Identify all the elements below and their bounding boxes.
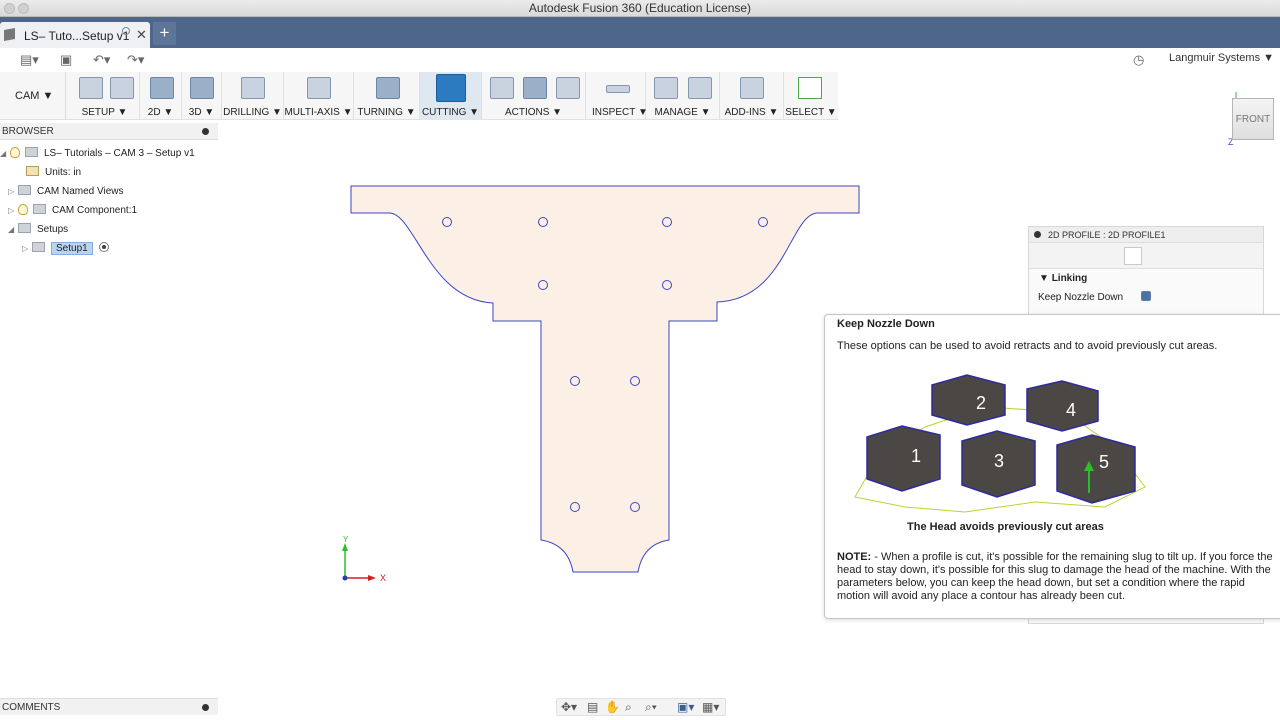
tooltip-note-label: NOTE: (837, 551, 872, 563)
keep-nozzle-down-checkbox[interactable] (1141, 291, 1151, 301)
comments-header[interactable]: COMMENTS (0, 698, 218, 715)
linking-tab-icon[interactable] (1124, 247, 1142, 265)
hex-slug-1: 1 (866, 425, 941, 492)
y-axis-label: Y (343, 535, 349, 544)
zoom-window-icon[interactable]: ⌕▾ (645, 700, 657, 715)
tooltip-description: These options can be used to avoid retra… (837, 340, 1218, 352)
navigation-bar: ✥▾ ▤ ✋ ⌕ ⌕▾ ▣▾ ▦▾ (556, 698, 726, 716)
svg-text:1: 1 (911, 446, 921, 466)
linking-section-label: Linking (1051, 273, 1088, 284)
part-profile (350, 185, 860, 573)
passes-tab-icon[interactable] (1101, 247, 1119, 265)
hex-slug-2: 2 (931, 374, 1006, 426)
geometry-tab-icon[interactable] (1056, 247, 1074, 265)
x-axis-label: X (380, 573, 386, 583)
axis-triad: Y X (342, 535, 386, 583)
comments-title: COMMENTS (2, 702, 61, 713)
svg-text:2: 2 (976, 393, 986, 413)
hex-slug-5: 5 (1056, 434, 1136, 504)
zoom-icon[interactable]: ⌕ (625, 700, 632, 715)
tooltip-illustration: 2 4 1 3 5 (854, 374, 1146, 513)
hex-slug-3: 3 (961, 430, 1036, 498)
dialog-header[interactable]: 2D PROFILE : 2D PROFILE1 (1029, 227, 1263, 243)
tooltip-note: NOTE: - When a profile is cut, it's poss… (837, 551, 1275, 603)
view-cube-face: FRONT (1235, 114, 1271, 125)
view-cube[interactable]: FRONT (1232, 98, 1274, 140)
pin-icon[interactable] (202, 704, 209, 711)
svg-text:4: 4 (1066, 400, 1076, 420)
keep-nozzle-down-label: Keep Nozzle Down (1038, 292, 1124, 303)
svg-text:5: 5 (1099, 452, 1109, 472)
display-settings-icon[interactable]: ▣▾ (677, 700, 694, 714)
tooltip-caption: The Head avoids previously cut areas (907, 521, 1104, 533)
linking-section[interactable]: ▼ Linking (1029, 269, 1263, 284)
hex-slugs: 2 4 1 3 5 (866, 374, 1136, 504)
look-at-icon[interactable]: ▤ (587, 700, 598, 714)
pan-icon[interactable]: ✋ (605, 700, 620, 714)
tool-tab-icon[interactable] (1033, 247, 1051, 265)
tooltip-note-text: - When a profile is cut, it's possible f… (837, 551, 1273, 602)
dialog-pin-icon[interactable] (1034, 231, 1041, 238)
dialog-title: 2D PROFILE : 2D PROFILE1 (1048, 230, 1166, 240)
grid-settings-icon[interactable]: ▦▾ (702, 700, 719, 714)
orbit-icon[interactable]: ✥▾ (561, 700, 577, 714)
svg-text:3: 3 (994, 451, 1004, 471)
parameter-tooltip: Keep Nozzle Down These options can be us… (824, 314, 1280, 619)
keep-nozzle-down-row: Keep Nozzle Down (1029, 284, 1263, 303)
dialog-tabs (1029, 243, 1263, 269)
tooltip-title: Keep Nozzle Down (837, 318, 935, 330)
heights-tab-icon[interactable] (1078, 247, 1096, 265)
hex-slug-4: 4 (1026, 380, 1099, 432)
